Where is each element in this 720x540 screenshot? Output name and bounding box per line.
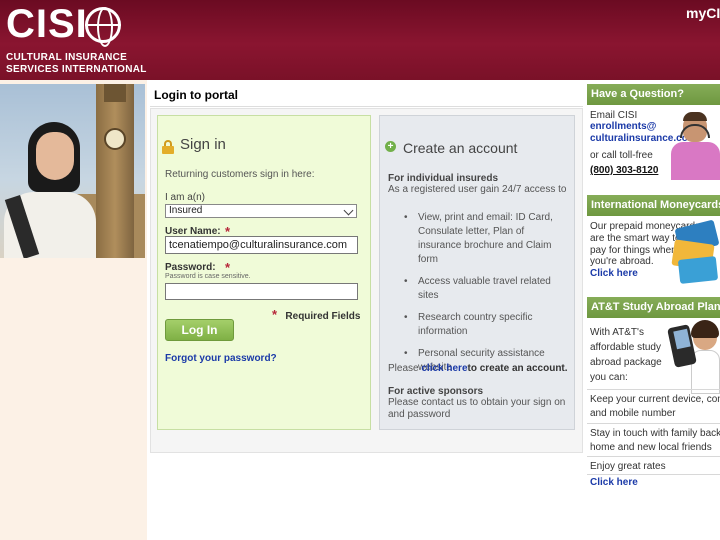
sidebar-divider (587, 423, 720, 424)
page-title: Login to portal (154, 88, 238, 102)
moneycards-link[interactable]: Click here (590, 268, 638, 279)
site-header: CISI CULTURAL INSURANCE SERVICES INTERNA… (0, 0, 720, 80)
clock-tower-graphic (96, 84, 134, 258)
globe-logo-icon (85, 7, 121, 47)
benefits-list: View, print and email: ID Card, Consulat… (388, 211, 568, 383)
att-item3: Enjoy great rates (590, 461, 666, 472)
prompt-suffix: to create an account. (467, 363, 568, 374)
lock-icon (162, 140, 174, 154)
password-label: Password: (165, 262, 216, 273)
title-divider (150, 106, 583, 107)
toll-free-label: or call toll-free (590, 150, 653, 161)
password-case-note: Password is case sensitive. (165, 273, 251, 280)
logo-subtitle: CULTURAL INSURANCE SERVICES INTERNATIONA… (6, 52, 147, 76)
logo-subtitle-line1: CULTURAL INSURANCE (6, 52, 128, 63)
prompt-prefix: Please (388, 363, 422, 374)
list-item: Research country specific information (388, 311, 568, 339)
forgot-password-link[interactable]: Forgot your password? (165, 353, 277, 364)
active-sponsors-desc: Please contact us to obtain your sign on… (388, 397, 566, 420)
password-input[interactable] (165, 283, 358, 300)
email-link-line1[interactable]: enrollments@ (590, 121, 656, 132)
individual-insureds-title: For individual insureds (388, 173, 499, 184)
mobile-phone-icon (667, 320, 720, 394)
att-text-line4: you can: (590, 372, 628, 383)
moneycards-header: International Moneycards (587, 195, 720, 216)
individual-insureds-desc: As a registered user gain 24/7 access to (388, 184, 567, 195)
mycisi-link[interactable]: myCI (686, 5, 720, 21)
att-item1-line1: Keep your current device, conte (590, 394, 720, 405)
required-fields-text: Required Fields (285, 311, 361, 322)
att-item2-line1: Stay in touch with family back (590, 428, 720, 439)
user-type-value: Insured (169, 205, 203, 216)
att-text-line1: With AT&T's (590, 327, 644, 338)
att-text-line2: affordable study (590, 342, 661, 353)
chevron-down-icon (343, 205, 354, 216)
moneycards-text-line2: are the smart way to (590, 233, 681, 244)
traveler-photo (0, 84, 145, 258)
cisi-logo[interactable]: CISI (6, 2, 88, 47)
moneycards-text-line4: you're abroad. (590, 256, 654, 267)
sidebar-divider (587, 474, 720, 475)
moneycards-text-line3: pay for things when (590, 245, 677, 256)
required-fields-note: * Required Fields (272, 307, 360, 322)
user-type-label: I am a(n) (165, 192, 206, 203)
tower-top-graphic (104, 84, 126, 102)
user-type-select[interactable]: Insured (165, 204, 357, 218)
logo-subtitle-line2: SERVICES INTERNATIONAL (6, 64, 147, 75)
email-label: Email CISI (590, 110, 638, 121)
create-account-prompt: Please click hereto create an account. (388, 363, 568, 374)
list-item: Access valuable travel related sites (388, 275, 568, 303)
signin-title: Sign in (180, 136, 226, 153)
att-text-line3: abroad package (590, 357, 662, 368)
login-button[interactable]: Log In (165, 319, 234, 341)
att-item2-line2: home and new local friends (590, 442, 712, 453)
question-header: Have a Question? (587, 84, 720, 105)
sidebar-divider (587, 456, 720, 457)
clock-face-graphic (104, 128, 126, 150)
list-item: View, print and email: ID Card, Consulat… (388, 211, 568, 267)
required-star: * (272, 307, 278, 322)
att-header: AT&T Study Abroad Plans (587, 297, 720, 318)
credit-cards-icon (671, 218, 720, 286)
create-account-title: Create an account (403, 140, 518, 156)
att-link[interactable]: Click here (590, 477, 638, 488)
phone-number[interactable]: (800) 303-8120 (590, 165, 658, 176)
username-input[interactable] (165, 236, 358, 254)
sidebar-divider (587, 389, 720, 390)
plus-icon: + (385, 141, 396, 152)
support-rep-icon (669, 112, 720, 180)
returning-text: Returning customers sign in here: (165, 169, 315, 180)
att-item1-line2: and mobile number (590, 408, 676, 419)
active-sponsors-title: For active sponsors (388, 386, 484, 397)
person-face-graphic (36, 132, 74, 180)
create-account-link[interactable]: click here (421, 363, 467, 374)
